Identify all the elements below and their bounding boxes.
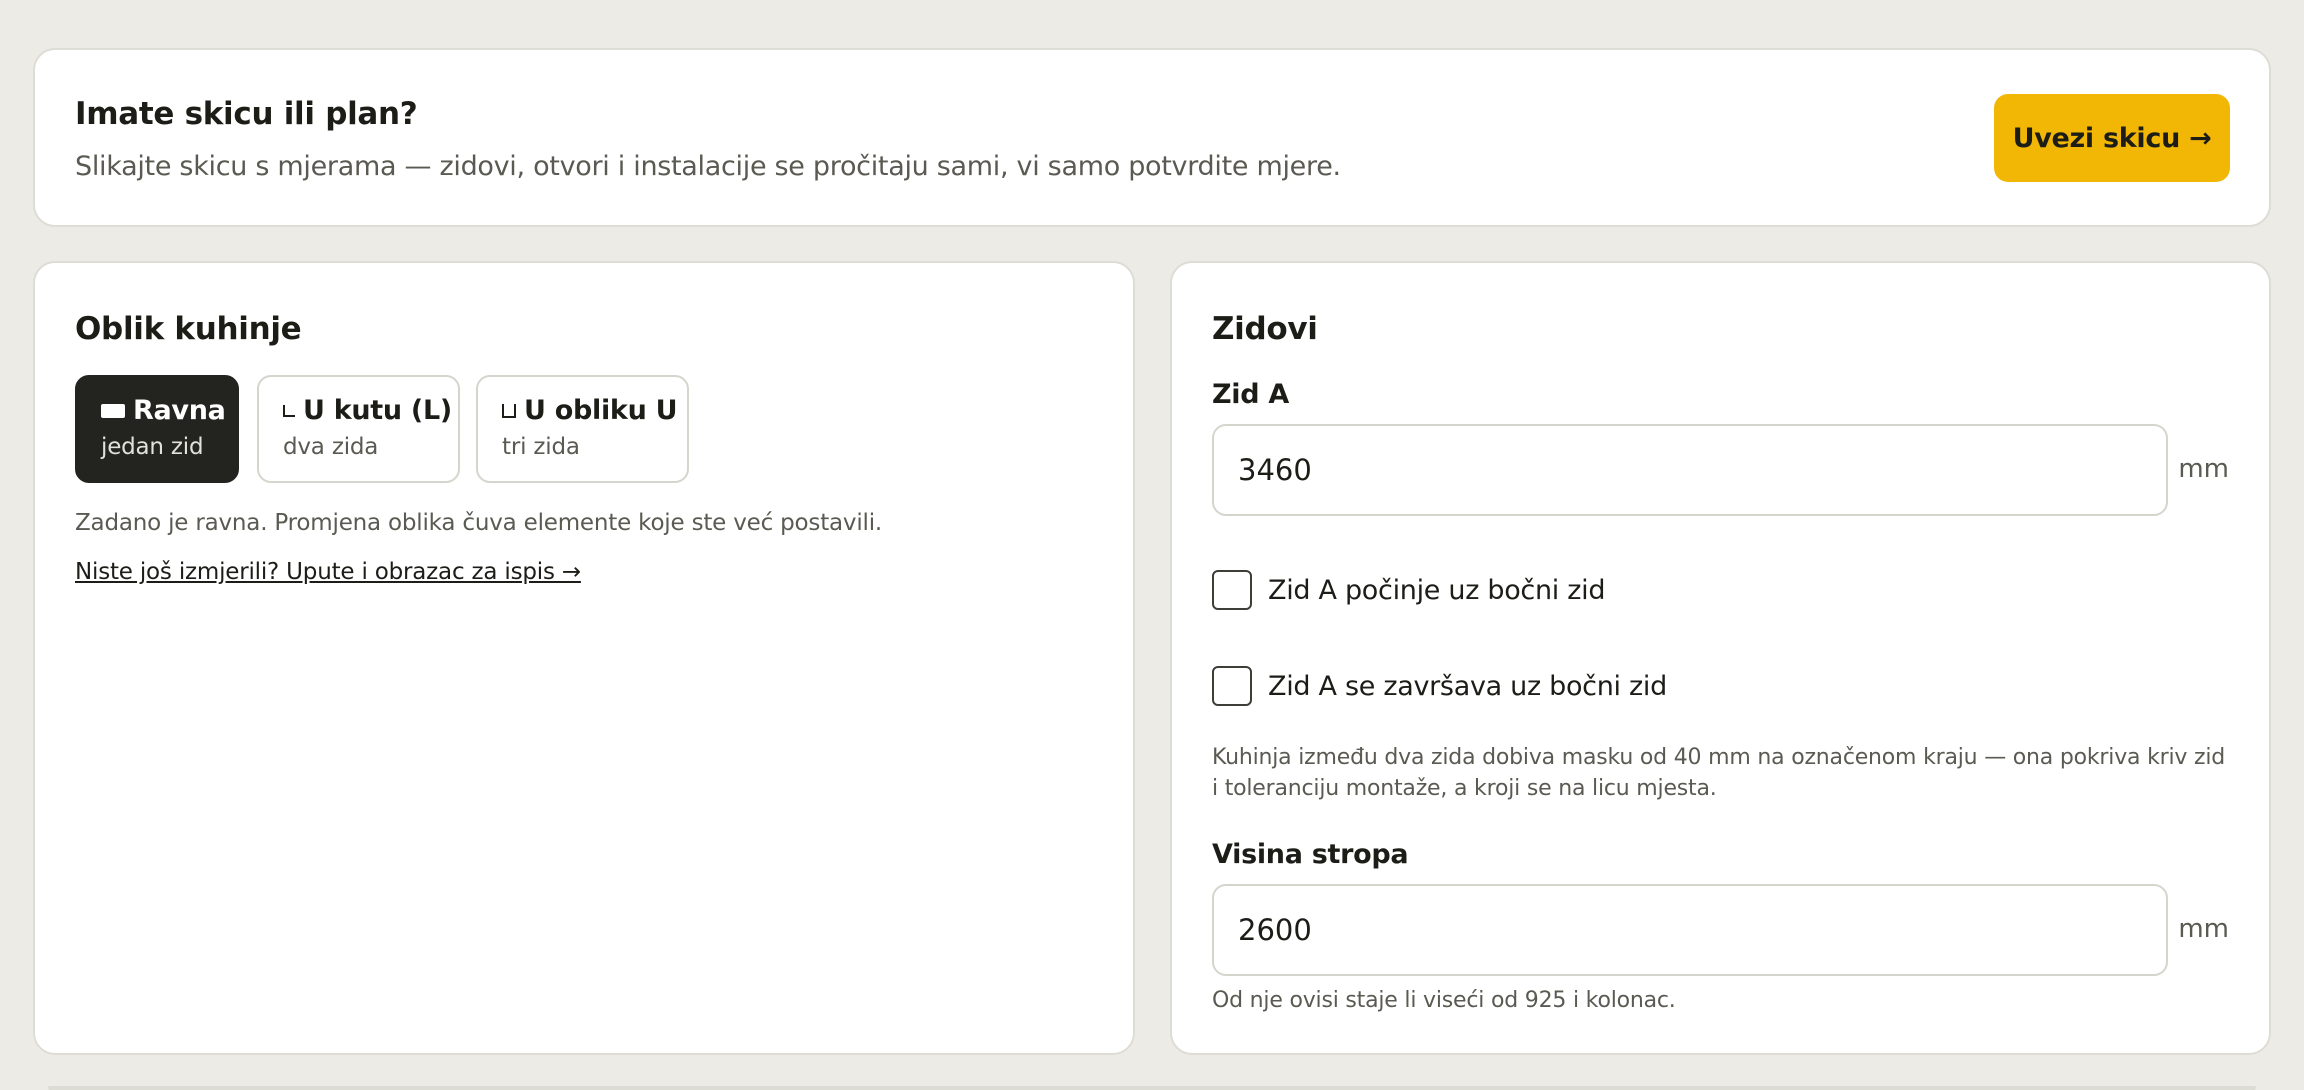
shape-option-title: U kutu (L) [283, 395, 458, 426]
shape-option-sub: tri zida [502, 434, 580, 460]
wall-a-start-checkbox[interactable] [1212, 570, 1252, 610]
shape-option-title: U obliku U [502, 395, 687, 426]
wall-a-end-checkbox-row[interactable]: Zid A se završava uz bočni zid [1212, 666, 1667, 706]
mask-hint: Kuhinja između dva zida dobiva masku od … [1212, 745, 2226, 801]
kitchen-shape-card: Oblik kuhinje Ravna jedan zid U kutu (L)… [33, 261, 1135, 1055]
wall-a-label: Zid A [1212, 379, 1289, 410]
ceiling-height-label: Visina stropa [1212, 839, 1409, 870]
ceiling-height-input[interactable] [1212, 884, 2168, 976]
flat-wall-icon [101, 403, 125, 418]
wall-a-end-label: Zid A se završava uz bočni zid [1268, 670, 1667, 702]
walls-heading: Zidovi [1212, 311, 1318, 347]
page: Imate skicu ili plan? Slikajte skicu s m… [0, 0, 2304, 1090]
shape-option-label: U kutu (L) [303, 395, 452, 426]
wall-a-input[interactable] [1212, 424, 2168, 516]
shape-option-sub: jedan zid [101, 434, 204, 460]
shape-option-corner[interactable]: U kutu (L) dva zida [257, 375, 460, 483]
shape-option-u[interactable]: U obliku U tri zida [476, 375, 689, 483]
wall-a-start-label: Zid A počinje uz bočni zid [1268, 574, 1606, 606]
import-sketch-button[interactable]: Uvezi skicu → [1994, 94, 2230, 182]
shape-option-flat[interactable]: Ravna jedan zid [75, 375, 239, 483]
l-shape-icon [283, 404, 295, 417]
shape-option-label: Ravna [133, 395, 226, 426]
walls-card: Zidovi Zid A mm Zid A počinje uz bočni z… [1170, 261, 2271, 1055]
shape-option-title: Ravna [101, 395, 237, 426]
banner-subtitle: Slikajte skicu s mjerama — zidovi, otvor… [75, 151, 1341, 182]
shape-option-sub: dva zida [283, 434, 379, 460]
measuring-guide-link[interactable]: Niste još izmjerili? Upute i obrazac za … [75, 559, 581, 585]
ceiling-height-unit: mm [2178, 914, 2229, 944]
u-shape-icon [502, 403, 516, 418]
wall-a-start-checkbox-row[interactable]: Zid A počinje uz bočni zid [1212, 570, 1605, 610]
wall-a-end-checkbox[interactable] [1212, 666, 1252, 706]
kitchen-shape-heading: Oblik kuhinje [75, 311, 302, 347]
banner-title: Imate skicu ili plan? [75, 96, 418, 132]
ceiling-hint: Od nje ovisi staje li viseći od 925 i ko… [1212, 988, 1676, 1013]
wall-a-unit: mm [2178, 454, 2229, 484]
next-card-edge [48, 1086, 2256, 1090]
shape-option-label: U obliku U [524, 395, 678, 426]
shape-default-note: Zadano je ravna. Promjena oblika čuva el… [75, 510, 883, 536]
import-sketch-banner: Imate skicu ili plan? Slikajte skicu s m… [33, 48, 2271, 227]
